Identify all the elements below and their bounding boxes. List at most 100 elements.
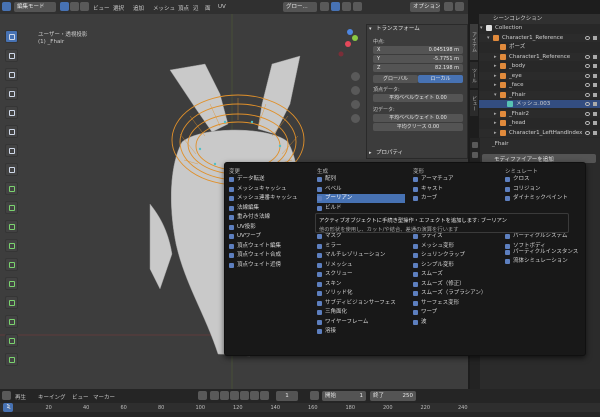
tab-view[interactable]: ビュー [470,90,478,116]
x-field[interactable]: X 0.045198 m [373,46,463,54]
scale-tool-icon[interactable] [5,106,18,119]
visibility-eye-icon[interactable] [585,54,590,59]
next-key-icon[interactable] [250,391,259,400]
cursor-tool-icon[interactable] [5,49,18,62]
tab-tool[interactable]: ツール [470,62,478,88]
loop-cut-tool-icon[interactable] [5,239,18,252]
modifier-menu-item[interactable]: マルチレゾリューション [317,251,405,260]
modifier-menu-item[interactable]: コリジョン [505,185,583,194]
modifier-menu-item[interactable]: カーブ [413,194,501,203]
outliner-row[interactable]: ▸ _face [479,81,600,89]
menu-select[interactable]: 選択 [113,4,124,12]
shrink-tool-icon[interactable] [5,353,18,366]
modifier-menu-item[interactable]: 波 [413,318,501,327]
menu-edge[interactable]: 辺 [193,4,199,12]
outliner-row[interactable]: ▸ _head [479,119,600,127]
pivot-icon[interactable] [320,2,329,11]
modifier-menu-item[interactable]: シュリンクラップ [413,251,501,260]
camera-view-icon[interactable] [351,100,360,109]
move-tool-icon[interactable] [5,68,18,81]
render-camera-icon[interactable] [593,102,597,106]
extrude-tool-icon[interactable] [5,182,18,195]
modifier-menu-item[interactable]: UVワープ [229,232,317,241]
smooth-tool-icon[interactable] [5,315,18,328]
mean-bevel-weight-edge-field[interactable]: 平均ベベルウェイト 0.00 [373,114,463,122]
modifier-menu-item[interactable]: スムーズ [413,270,501,279]
tab-item[interactable]: アイテム [470,24,478,60]
pan-icon[interactable] [351,86,360,95]
expand-arrow-icon[interactable]: ▸ [494,62,497,70]
visibility-eye-icon[interactable] [585,130,590,135]
start-frame-field[interactable]: 開始 1 [322,391,366,401]
modifier-menu-item[interactable]: ワイヤーフレーム [317,318,405,327]
menu-item-fluid[interactable]: 流体シミュレーション [505,257,568,266]
edge-select-icon[interactable] [70,2,79,11]
select-box-tool-icon[interactable] [5,30,18,43]
modifier-menu-item[interactable]: ラティス [413,232,501,241]
modifier-menu-item[interactable]: データ転送 [229,175,317,184]
outliner-row[interactable]: ▸ Character1_Reference [479,52,600,61]
modifier-menu-item[interactable]: 溶接 [317,327,405,336]
y-field[interactable]: Y -5.7751 m [373,55,463,63]
render-camera-icon[interactable] [593,121,597,125]
current-frame-field[interactable]: 1 [276,391,298,401]
rotate-tool-icon[interactable] [5,87,18,100]
inset-tool-icon[interactable] [5,201,18,214]
zoom-icon[interactable] [351,72,360,81]
play-reverse-icon[interactable] [230,391,239,400]
render-props-icon[interactable] [472,152,478,158]
modifier-menu-item[interactable]: ダイナミックペイント [505,194,583,203]
modifier-menu-item[interactable]: 配列 [317,175,405,184]
outliner-row[interactable]: メッシュ.003 [479,100,600,108]
modifier-menu-item[interactable]: 頂点ウェイト編集 [229,242,317,251]
visibility-eye-icon[interactable] [585,83,590,87]
playback-menu[interactable]: 再生 [15,393,26,401]
menu-face[interactable]: 面 [205,4,211,12]
outliner-row[interactable]: ポーズ [479,43,600,51]
outliner-row[interactable]: ▸ _body [479,62,600,70]
menu-view[interactable]: ビュー [93,4,110,12]
transform-section-header[interactable]: トランスフォーム [367,25,467,34]
tool-props-icon[interactable] [472,142,478,148]
menu-item-particle-instance[interactable]: パーティクルインスタンス [505,248,578,257]
annotate-tool-icon[interactable] [5,144,18,157]
edge-slide-tool-icon[interactable] [5,334,18,347]
render-camera-icon[interactable] [593,73,597,78]
poly-build-tool-icon[interactable] [5,277,18,290]
visibility-eye-icon[interactable] [585,111,590,116]
properties-section-header[interactable]: プロパティ [367,149,467,158]
modifier-menu-item[interactable]: ベベル [317,185,405,194]
modifier-menu-item[interactable]: メッシュキャッシュ [229,185,317,194]
modifier-menu-item[interactable]: 頂点ウェイト合成 [229,251,317,260]
timeline-ruler[interactable] [0,403,600,412]
overlay-icon[interactable] [444,2,453,11]
render-camera-icon[interactable] [593,64,597,68]
snap-icon[interactable] [331,2,340,11]
modifier-menu-item[interactable]: 法線編集 [229,204,317,213]
clock-icon[interactable] [310,391,319,400]
render-camera-icon[interactable] [593,83,597,87]
play-icon[interactable] [240,391,249,400]
modifier-menu-item[interactable]: 三角面化 [317,308,405,317]
modifier-menu-item[interactable]: サーフェス変形 [413,299,501,308]
render-camera-icon[interactable] [593,111,597,116]
outliner-row[interactable]: ▸ _eye [479,71,600,80]
shading-icon[interactable] [455,2,464,11]
modifier-menu-item[interactable]: スムーズ（ラプラシアン） [413,289,501,298]
options-dropdown[interactable]: オプション [410,2,440,12]
jump-end-icon[interactable] [260,391,269,400]
expand-arrow-icon[interactable]: ▾ [494,91,497,99]
visibility-eye-icon[interactable] [585,92,590,97]
modifier-menu-item[interactable]: 頂点ウェイト近傍 [229,261,317,270]
expand-arrow-icon[interactable]: ▸ [494,72,497,80]
mode-dropdown[interactable]: 編集モード [14,2,56,12]
expand-arrow-icon[interactable]: ▸ [494,110,497,118]
end-frame-field[interactable]: 終了 250 [370,391,416,401]
mean-crease-field[interactable]: 平均クリース 0.00 [373,123,463,131]
transform-orientation-dropdown[interactable]: グロー... [283,2,317,12]
marker-menu[interactable]: マーカー [93,393,115,401]
vertex-select-icon[interactable] [60,2,69,11]
menu-add[interactable]: 追加 [133,4,144,12]
modifier-menu-item[interactable]: パーティクルシステム [505,232,583,241]
expand-arrow-icon[interactable]: ▾ [487,34,490,42]
